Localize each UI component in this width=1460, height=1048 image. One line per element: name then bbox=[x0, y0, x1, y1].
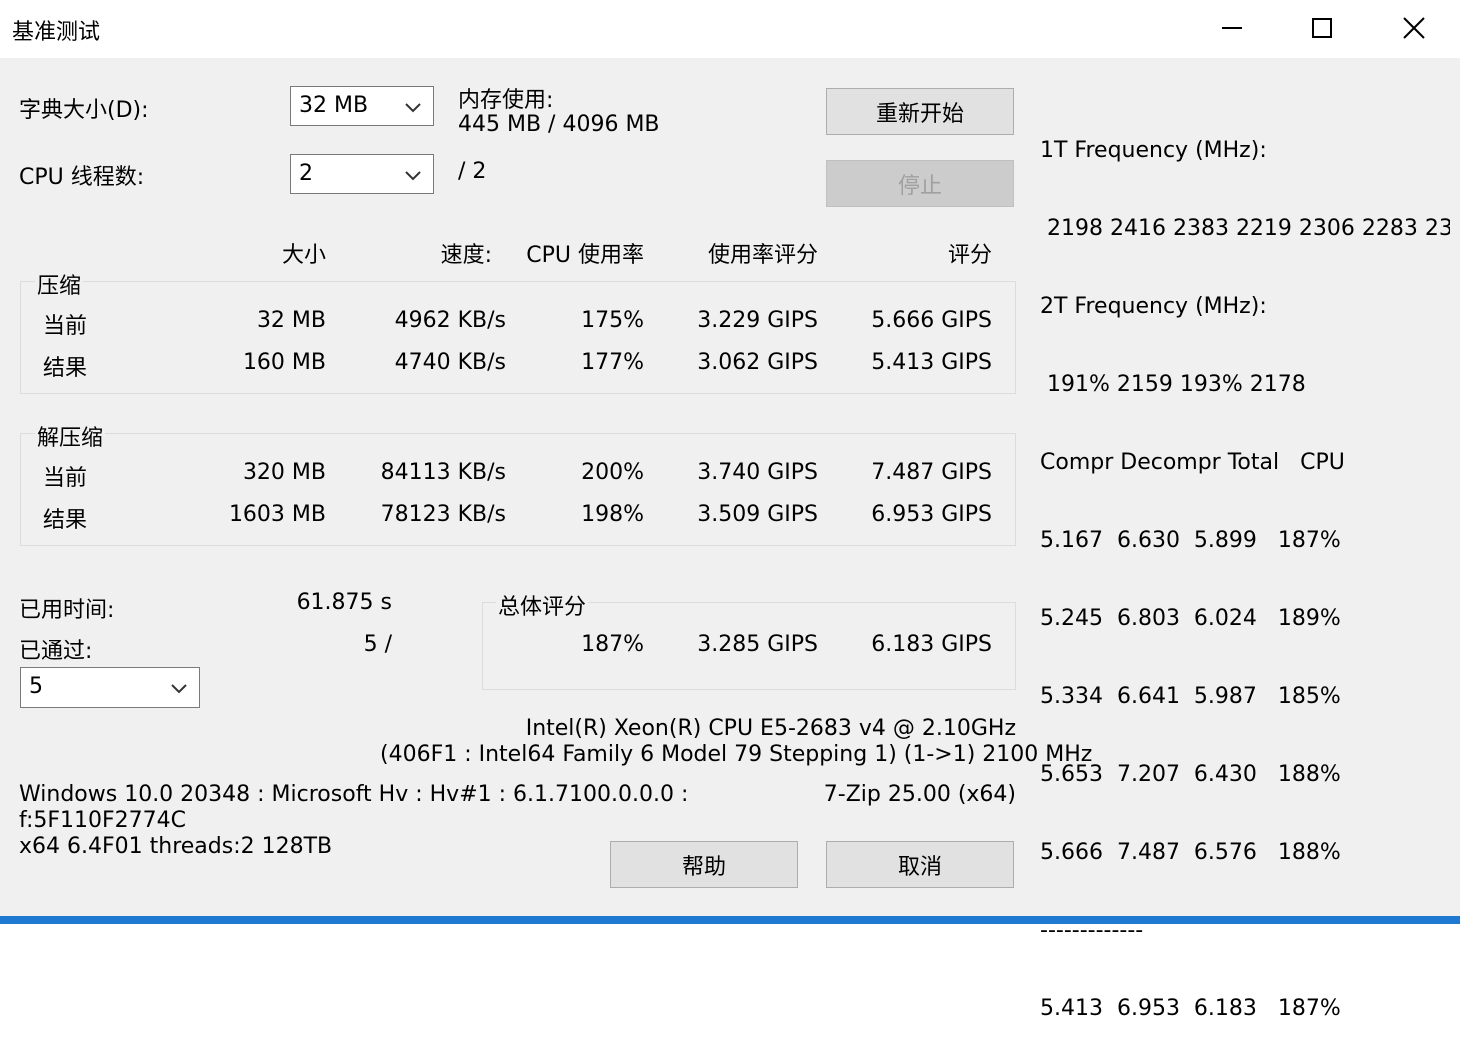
log-line: Compr Decompr Total CPU bbox=[1040, 450, 1345, 475]
decompress-current-rating-usage: 3.740 GIPS bbox=[697, 460, 818, 485]
log-line: 5.666 7.487 6.576 188% bbox=[1040, 840, 1341, 865]
compress-result-cpu: 177% bbox=[581, 350, 644, 375]
system-info-line1: Windows 10.0 20348 : Microsoft Hv : Hv#1… bbox=[19, 782, 689, 807]
total-cpu: 187% bbox=[581, 632, 644, 657]
compress-current-cpu: 175% bbox=[581, 308, 644, 333]
minimize-icon bbox=[1222, 27, 1242, 29]
compress-group-title: 压缩 bbox=[35, 268, 84, 300]
decompress-result-cpu: 198% bbox=[581, 502, 644, 527]
threads-max: / 2 bbox=[458, 159, 487, 184]
total-rating-title: 总体评分 bbox=[496, 589, 589, 621]
dict-size-value: 32 MB bbox=[299, 93, 369, 118]
frequency-log: 1T Frequency (MHz): 2198 2416 2383 2219 … bbox=[1040, 86, 1450, 1048]
log-line: 5.167 6.630 5.899 187% bbox=[1040, 528, 1341, 553]
threads-select[interactable]: 2 bbox=[290, 154, 434, 194]
compress-current-size: 32 MB bbox=[256, 308, 326, 333]
passes-select-value: 5 bbox=[29, 674, 43, 699]
version-label: 7-Zip 25.00 (x64) bbox=[823, 782, 1016, 807]
chevron-down-icon bbox=[405, 171, 421, 181]
compress-current-rating: 5.666 GIPS bbox=[871, 308, 992, 333]
log-line: 5.334 6.641 5.987 185% bbox=[1040, 684, 1341, 709]
threads-value: 2 bbox=[299, 161, 313, 186]
log-line: 191% 2159 193% 2178 bbox=[1040, 372, 1306, 397]
compress-result-size: 160 MB bbox=[242, 350, 326, 375]
compress-current-rating-usage: 3.229 GIPS bbox=[697, 308, 818, 333]
log-line: ------------- bbox=[1040, 918, 1144, 943]
log-line: 2T Frequency (MHz): bbox=[1040, 294, 1267, 319]
decompress-group bbox=[20, 433, 1016, 546]
cancel-button[interactable]: 取消 bbox=[826, 841, 1014, 888]
chevron-down-icon bbox=[405, 103, 421, 113]
chevron-down-icon bbox=[171, 684, 187, 694]
log-line: 2198 2416 2383 2219 2306 2283 2321 2 bbox=[1046, 216, 1450, 241]
decompress-result-label: 结果 bbox=[43, 508, 88, 533]
dict-size-label: 字典大小(D): bbox=[19, 98, 149, 123]
dict-size-select[interactable]: 32 MB bbox=[290, 86, 434, 126]
log-line: 5.245 6.803 6.024 189% bbox=[1040, 606, 1341, 631]
passes-label: 已通过: bbox=[19, 639, 93, 664]
threads-label: CPU 线程数: bbox=[19, 165, 145, 190]
decompress-current-rating: 7.487 GIPS bbox=[871, 460, 992, 485]
col-header-speed: 速度: bbox=[440, 243, 492, 268]
decompress-current-size: 320 MB bbox=[242, 460, 326, 485]
system-info-line2: f:5F110F2774C bbox=[19, 808, 187, 833]
window-title: 基准测试 bbox=[12, 20, 101, 45]
stop-button[interactable]: 停止 bbox=[826, 160, 1014, 207]
compress-current-speed: 4962 KB/s bbox=[394, 308, 506, 333]
restart-button[interactable]: 重新开始 bbox=[826, 88, 1014, 135]
elapsed-value: 61.875 s bbox=[296, 590, 392, 615]
log-line: 1T Frequency (MHz): bbox=[1040, 138, 1267, 163]
decompress-result-rating: 6.953 GIPS bbox=[871, 502, 992, 527]
compress-result-speed: 4740 KB/s bbox=[394, 350, 506, 375]
decompress-result-size: 1603 MB bbox=[228, 502, 326, 527]
memory-label: 内存使用: bbox=[458, 88, 554, 113]
compress-current-label: 当前 bbox=[43, 314, 88, 339]
log-line: 5.413 6.953 6.183 187% bbox=[1040, 996, 1341, 1021]
system-info-line3: x64 6.4F01 threads:2 128TB bbox=[19, 834, 333, 859]
total-rating-usage: 3.285 GIPS bbox=[697, 632, 818, 657]
title-bar: 基准测试 bbox=[0, 0, 1460, 58]
col-header-rating-usage: 使用率评分 bbox=[707, 243, 818, 268]
compress-result-label: 结果 bbox=[43, 356, 88, 381]
compress-group bbox=[20, 281, 1016, 394]
cpu-model: Intel(R) Xeon(R) CPU E5-2683 v4 @ 2.10GH… bbox=[525, 716, 1016, 741]
decompress-current-cpu: 200% bbox=[581, 460, 644, 485]
decompress-current-speed: 84113 KB/s bbox=[380, 460, 506, 485]
col-header-rating: 评分 bbox=[947, 243, 992, 268]
total-rating: 6.183 GIPS bbox=[871, 632, 992, 657]
passes-select[interactable]: 5 bbox=[20, 667, 200, 708]
decompress-current-label: 当前 bbox=[43, 466, 88, 491]
cpu-details: (406F1 : Intel64 Family 6 Model 79 Stepp… bbox=[380, 742, 1093, 767]
col-header-size: 大小 bbox=[281, 243, 326, 268]
maximize-button[interactable] bbox=[1277, 0, 1367, 56]
decompress-group-title: 解压缩 bbox=[35, 420, 106, 452]
compress-result-rating-usage: 3.062 GIPS bbox=[697, 350, 818, 375]
decompress-result-speed: 78123 KB/s bbox=[380, 502, 506, 527]
help-button[interactable]: 帮助 bbox=[610, 841, 798, 888]
minimize-button[interactable] bbox=[1187, 0, 1277, 56]
compress-result-rating: 5.413 GIPS bbox=[871, 350, 992, 375]
close-button[interactable] bbox=[1369, 0, 1459, 56]
log-line: 5.653 7.207 6.430 188% bbox=[1040, 762, 1341, 787]
memory-value: 445 MB / 4096 MB bbox=[458, 112, 660, 137]
decompress-result-rating-usage: 3.509 GIPS bbox=[697, 502, 818, 527]
passes-value: 5 / bbox=[363, 632, 392, 657]
elapsed-label: 已用时间: bbox=[19, 598, 115, 623]
maximize-icon bbox=[1312, 18, 1332, 38]
close-icon bbox=[1403, 17, 1425, 39]
col-header-cpu: CPU 使用率 bbox=[526, 243, 644, 268]
